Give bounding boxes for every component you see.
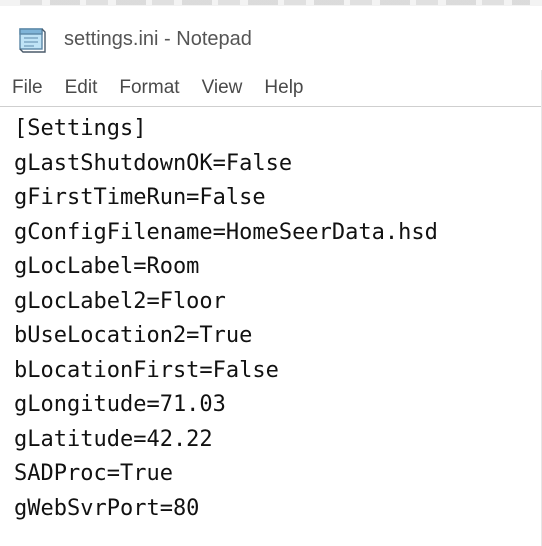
- background-text-fragment: [20, 0, 530, 5]
- editor-line: gConfigFilename=HomeSeerData.hsd: [14, 219, 438, 245]
- editor-line: [Settings]: [14, 116, 147, 141]
- text-editor[interactable]: [Settings] gLastShutdownOK=False gFirstT…: [0, 106, 542, 546]
- editor-line: gLocLabel=Room: [14, 254, 200, 279]
- notepad-window: settings.ini - Notepad File Edit Format …: [0, 0, 542, 546]
- editor-line: gLongitude=71.03: [14, 392, 226, 417]
- editor-line: gLocLabel2=Floor: [14, 288, 226, 314]
- editor-line: SADProc=True: [14, 461, 173, 486]
- menu-view[interactable]: View: [202, 77, 243, 99]
- notepad-icon: [19, 28, 46, 53]
- window-title: settings.ini - Notepad: [64, 28, 252, 50]
- editor-line: gLatitude=42.22: [14, 426, 213, 452]
- menu-file[interactable]: File: [12, 77, 43, 99]
- editor-line: gLastShutdownOK=False: [14, 150, 293, 176]
- editor-line: bLocationFirst=False: [14, 357, 279, 383]
- editor-line: gWebSvrPort=80: [14, 495, 200, 521]
- title-bar[interactable]: settings.ini - Notepad: [0, 6, 542, 70]
- editor-line: gFirstTimeRun=False: [14, 185, 266, 210]
- menu-edit[interactable]: Edit: [65, 77, 98, 99]
- menu-bar: File Edit Format View Help: [0, 70, 542, 106]
- editor-line: bUseLocation2=True: [14, 323, 253, 348]
- menu-help[interactable]: Help: [264, 77, 303, 99]
- menu-format[interactable]: Format: [119, 77, 179, 99]
